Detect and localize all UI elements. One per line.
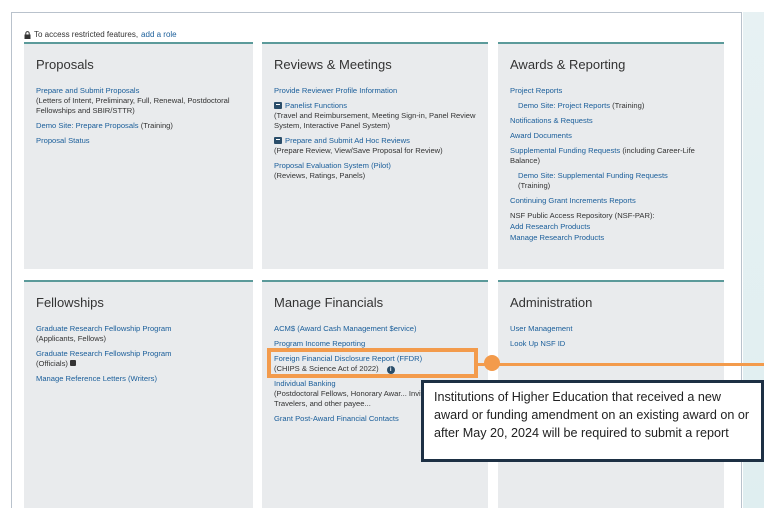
item-suffix: (Training) — [612, 101, 645, 110]
panel-reviews-meetings: Reviews & Meetings Provide Reviewer Prof… — [262, 42, 488, 269]
panel-title: Proposals — [36, 57, 94, 72]
user-management-link[interactable]: User Management — [510, 324, 572, 333]
proposal-evaluation-system-link[interactable]: Proposal Evaluation System (Pilot) — [274, 161, 391, 170]
item-description: (Applicants, Fellows) — [36, 334, 107, 343]
award-documents-link[interactable]: Award Documents — [510, 131, 572, 140]
supplemental-funding-link[interactable]: Supplemental Funding Requests — [510, 146, 620, 155]
callout-text: Institutions of Higher Education that re… — [434, 390, 750, 440]
project-reports-link[interactable]: Project Reports — [510, 86, 562, 95]
grant-post-award-contacts-link[interactable]: Grant Post-Award Financial Contacts — [274, 414, 399, 423]
external-window-icon — [274, 137, 282, 144]
item-suffix: (Training) — [140, 121, 173, 130]
continuing-grant-reports-link[interactable]: Continuing Grant Increments Reports — [510, 196, 636, 205]
panelist-functions-link[interactable]: Panelist Functions — [285, 101, 347, 110]
demo-project-reports-link[interactable]: Demo Site: Project Reports — [518, 101, 610, 110]
item-description: (Officials) — [36, 359, 68, 368]
acms-link[interactable]: ACM$ (Award Cash Management $ervice) — [274, 324, 417, 333]
lock-icon — [24, 30, 31, 39]
panel-title: Reviews & Meetings — [274, 57, 392, 72]
lock-icon — [69, 360, 76, 366]
panel-title: Manage Financials — [274, 295, 384, 310]
notifications-requests-link[interactable]: Notifications & Requests — [510, 116, 593, 125]
grfp-applicants-link[interactable]: Graduate Research Fellowship Program — [36, 324, 171, 333]
ffdr-highlight-box — [267, 348, 478, 378]
callout-box: Institutions of Higher Education that re… — [421, 380, 764, 462]
add-research-products-link[interactable]: Add Research Products — [510, 222, 590, 231]
demo-prepare-proposals-link[interactable]: Demo Site: Prepare Proposals — [36, 121, 139, 130]
highlight-connector-line — [478, 363, 764, 366]
ad-hoc-reviews-link[interactable]: Prepare and Submit Ad Hoc Reviews — [285, 136, 410, 145]
nsf-par-label: NSF Public Access Repository (NSF-PAR): — [510, 211, 655, 220]
program-income-reporting-link[interactable]: Program Income Reporting — [274, 339, 365, 348]
panel-proposals: Proposals Prepare and Submit Proposals (… — [24, 42, 253, 269]
manage-reference-letters-link[interactable]: Manage Reference Letters (Writers) — [36, 374, 157, 383]
panel-title: Administration — [510, 295, 593, 310]
item-description: (Reviews, Ratings, Panels) — [274, 171, 366, 180]
external-window-icon — [274, 102, 282, 109]
manage-research-products-link[interactable]: Manage Research Products — [510, 233, 604, 242]
highlight-connector-dot — [484, 355, 500, 371]
item-description: (Prepare Review, View/Save Proposal for … — [274, 146, 443, 155]
demo-supplemental-funding-link[interactable]: Demo Site: Supplemental Funding Requests — [518, 171, 668, 180]
proposal-status-link[interactable]: Proposal Status — [36, 136, 90, 145]
grfp-officials-link[interactable]: Graduate Research Fellowship Program — [36, 349, 171, 358]
reviewer-profile-link[interactable]: Provide Reviewer Profile Information — [274, 86, 397, 95]
panel-fellowships: Fellowships Graduate Research Fellowship… — [24, 280, 253, 508]
prepare-submit-proposals-link[interactable]: Prepare and Submit Proposals — [36, 86, 139, 95]
add-role-link[interactable]: add a role — [141, 30, 177, 39]
individual-banking-link[interactable]: Individual Banking — [274, 379, 336, 388]
item-description: (Letters of Intent, Preliminary, Full, R… — [36, 96, 230, 115]
item-suffix: (Training) — [518, 181, 551, 190]
restricted-notice: To access restricted features, add a rol… — [24, 30, 177, 39]
panel-title: Awards & Reporting — [510, 57, 626, 72]
panel-title: Fellowships — [36, 295, 104, 310]
look-up-nsf-id-link[interactable]: Look Up NSF ID — [510, 339, 565, 348]
panel-awards-reporting: Awards & Reporting Project Reports Demo … — [498, 42, 724, 269]
notice-text: To access restricted features, — [34, 30, 139, 39]
item-description: (Travel and Reimbursement, Meeting Sign-… — [274, 111, 476, 130]
